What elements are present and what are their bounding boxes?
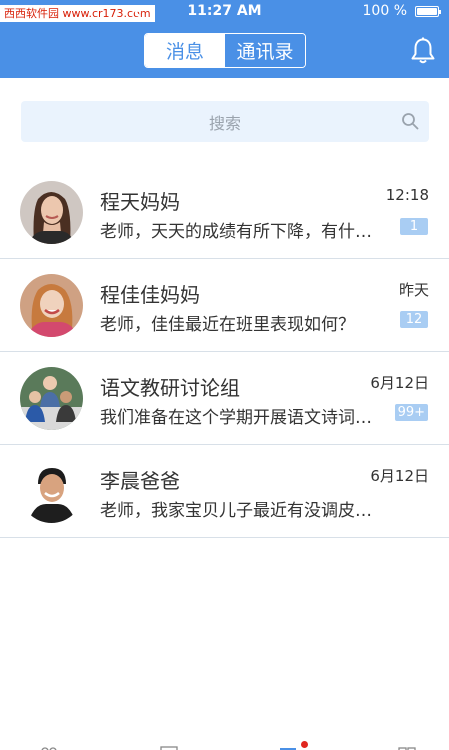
app-header: 西西软件园 www.cr173.com 11:27 AM 100 % 消息 通讯… (0, 0, 449, 78)
unread-badge: 1 (400, 218, 428, 235)
tab-message-icon[interactable] (279, 745, 297, 750)
group-name: 语文教研讨论组 (100, 376, 240, 400)
message-preview: 老师，天天的成绩有所下降，有什么好的建议吗？ (100, 222, 382, 242)
tab-class-icon[interactable] (160, 745, 178, 750)
search-icon[interactable] (401, 112, 419, 130)
message-preview: 我们准备在这个学期开展语文诗词大会活动 (100, 408, 382, 428)
message-preview: 老师，我家宝贝儿子最近有没调皮捣蛋？ (100, 501, 382, 521)
bottom-tab-bar (0, 738, 449, 750)
conversation-row[interactable]: 语文教研讨论组 我们准备在这个学期开展语文诗词大会活动 6月12日 99+ (0, 352, 449, 445)
bell-icon[interactable] (410, 37, 436, 65)
message-time: 昨天 (398, 281, 429, 299)
message-preview: 老师，佳佳最近在班里表现如何？ (100, 315, 355, 335)
conversation-list: 程天妈妈 老师，天天的成绩有所下降，有什么好的建议吗？ 12:18 1 程佳佳妈… (0, 166, 449, 538)
tab-contacts[interactable]: 通讯录 (225, 34, 305, 67)
search-bar[interactable]: 搜索 (21, 101, 429, 142)
contact-name: 程天妈妈 (100, 190, 180, 214)
message-time: 6月12日 (370, 374, 429, 392)
unread-badge: 12 (400, 311, 428, 328)
conversation-row[interactable]: 程佳佳妈妈 老师，佳佳最近在班里表现如何？ 昨天 12 (0, 259, 449, 352)
avatar (20, 367, 83, 430)
segmented-control: 消息 通讯录 (144, 33, 306, 68)
contact-name: 李晨爸爸 (100, 469, 180, 493)
avatar (20, 181, 83, 244)
status-bar: 西西软件园 www.cr173.com 11:27 AM 100 % (0, 0, 449, 22)
tab-home-icon[interactable] (40, 745, 58, 750)
message-time: 6月12日 (370, 467, 429, 485)
battery-icon (415, 6, 441, 17)
avatar (20, 460, 83, 523)
avatar (20, 274, 83, 337)
tab-profile-icon[interactable] (398, 745, 416, 750)
notification-dot (301, 741, 308, 748)
tab-messages[interactable]: 消息 (145, 34, 225, 67)
conversation-row[interactable]: 程天妈妈 老师，天天的成绩有所下降，有什么好的建议吗？ 12:18 1 (0, 166, 449, 259)
message-time: 12:18 (385, 186, 429, 204)
contact-name: 程佳佳妈妈 (100, 283, 200, 307)
unread-badge: 99+ (394, 404, 428, 421)
search-placeholder: 搜索 (208, 113, 241, 133)
conversation-row[interactable]: 李晨爸爸 老师，我家宝贝儿子最近有没调皮捣蛋？ 6月12日 (0, 445, 449, 538)
battery-percentage: 100 % (362, 3, 407, 19)
